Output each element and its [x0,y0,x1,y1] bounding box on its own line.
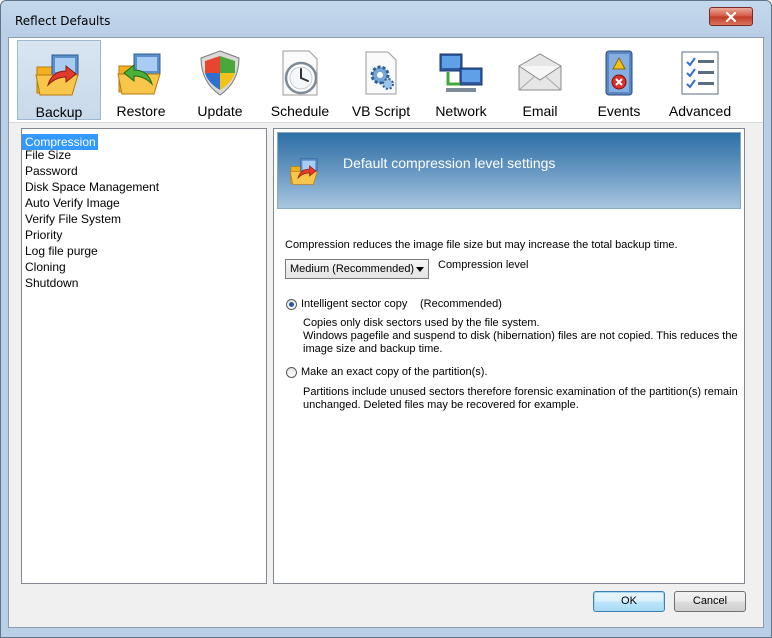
ok-button[interactable]: OK [593,591,665,612]
chevron-down-icon [416,267,424,272]
recommended-tag: (Recommended) [420,298,502,310]
exact-copy-radio[interactable] [286,367,297,378]
toolbar-label: Events [597,103,641,119]
list-item-log-file-purge[interactable]: Log file purge [22,243,266,259]
toolbar-label: VB Script [351,103,411,119]
category-toolbar: Backup Restore Update Schedule VB Script… [9,38,763,123]
option1-description-line1: Copies only disk sectors used by the fil… [303,317,540,329]
list-item-auto-verify-image[interactable]: Auto Verify Image [22,195,266,211]
list-item-file-size[interactable]: File Size [22,147,266,163]
toolbar-backup[interactable]: Backup [17,40,101,120]
intelligent-sector-copy-radio[interactable] [286,299,297,310]
cancel-button[interactable]: Cancel [674,591,746,612]
events-log-icon [605,50,633,96]
exact-copy-label[interactable]: Make an exact copy of the partition(s). [301,366,487,378]
panel-title: Default compression level settings [343,155,556,171]
list-item-cloning[interactable]: Cloning [22,259,266,275]
dialog-client-area: Backup Restore Update Schedule VB Script… [8,37,764,628]
toolbar-vb-script[interactable]: VB Script [341,40,421,120]
toolbar-label: Restore [116,103,166,119]
list-item-shutdown[interactable]: Shutdown [22,275,266,291]
toolbar-label: Advanced [668,103,732,119]
list-item-password[interactable]: Password [22,163,266,179]
close-icon [725,12,737,22]
toolbar-update[interactable]: Update [181,40,259,120]
list-item-verify-file-system[interactable]: Verify File System [22,211,266,227]
settings-category-list[interactable]: Compression File Size Password Disk Spac… [21,128,267,584]
email-icon [518,53,562,91]
toolbar-label: Network [435,103,487,119]
compression-level-value: Medium (Recommended) [290,263,415,275]
toolbar-email[interactable]: Email [501,40,579,120]
advanced-checklist-icon [681,51,719,95]
window-title: Reflect Defaults [15,14,111,28]
title-bar[interactable]: Reflect Defaults [1,1,771,37]
toolbar-network[interactable]: Network [421,40,501,120]
compression-level-select[interactable]: Medium (Recommended) [285,259,429,279]
panel-banner: Default compression level settings [277,132,741,209]
backup-icon [35,54,79,96]
toolbar-label: Schedule [270,103,330,119]
compression-description: Compression reduces the image file size … [285,239,678,251]
settings-panel: Default compression level settings Compr… [273,128,745,584]
network-icon [439,53,483,92]
vbscript-icon [365,51,397,95]
toolbar-restore[interactable]: Restore [101,40,181,120]
list-item-compression[interactable]: Compression [22,131,266,150]
dialog-window: Reflect Defaults Backup Restore Update S… [0,0,772,638]
option1-description-line2: Windows pagefile and suspend to disk (hi… [303,330,738,342]
restore-icon [117,53,161,95]
toolbar-label: Update [197,103,243,119]
intelligent-sector-copy-label[interactable]: Intelligent sector copy [301,298,407,310]
list-item-disk-space-management[interactable]: Disk Space Management [22,179,266,195]
option2-description-line1: Partitions include unused sectors theref… [303,386,738,398]
toolbar-events[interactable]: Events [579,40,659,120]
toolbar-advanced[interactable]: Advanced [659,40,741,120]
option2-description-line2: unchanged. Deleted files may be recovere… [303,399,579,411]
compression-level-label: Compression level [438,259,529,271]
toolbar-label: Backup [35,104,83,120]
toolbar-label: Email [522,103,558,119]
close-button[interactable] [709,7,753,26]
list-item-priority[interactable]: Priority [22,227,266,243]
backup-icon [289,158,318,185]
update-shield-icon [200,50,240,96]
option1-description-line3: image size and backup time. [303,343,443,355]
toolbar-schedule[interactable]: Schedule [259,40,341,120]
schedule-clock-icon [282,50,318,96]
